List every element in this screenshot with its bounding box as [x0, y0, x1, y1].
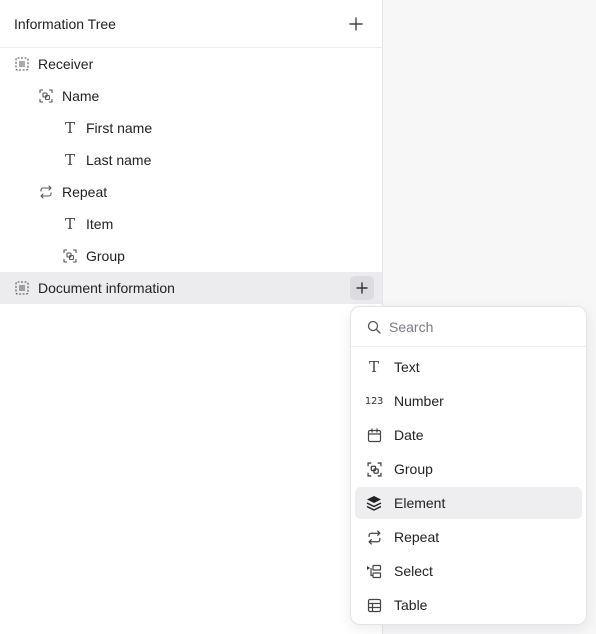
- tree-item-item[interactable]: T Item: [0, 208, 382, 240]
- menu-search: [351, 307, 586, 347]
- menu-item-repeat[interactable]: Repeat: [355, 521, 582, 553]
- text-icon: T: [64, 214, 75, 233]
- add-root-button[interactable]: [344, 12, 368, 36]
- tree-item-label: First name: [86, 120, 153, 136]
- tree-item-name[interactable]: Name: [0, 80, 382, 112]
- tree-item-group[interactable]: Group: [0, 240, 382, 272]
- tree-item-label: Item: [86, 216, 114, 232]
- tree-item-receiver[interactable]: Receiver: [0, 48, 382, 80]
- tree-item-label: Name: [62, 88, 100, 104]
- tree-item-repeat[interactable]: Repeat: [0, 176, 382, 208]
- plus-icon: [349, 16, 363, 31]
- select-icon: [365, 562, 383, 580]
- panel-header: Information Tree: [0, 0, 382, 48]
- search-input[interactable]: [389, 318, 569, 335]
- menu-item-label: Repeat: [394, 529, 440, 545]
- add-child-button[interactable]: [350, 276, 374, 300]
- element-icon: [14, 280, 30, 296]
- plus-icon: [356, 282, 368, 294]
- layers-icon: [365, 494, 383, 512]
- table-icon: [365, 596, 383, 614]
- menu-item-label: Text: [394, 359, 420, 375]
- group-icon: [365, 460, 383, 478]
- tree-item-first-name[interactable]: T First name: [0, 112, 382, 144]
- menu-item-date[interactable]: Date: [355, 419, 582, 451]
- menu-item-label: Number: [394, 393, 444, 409]
- menu-item-select[interactable]: Select: [355, 555, 582, 587]
- menu-item-text[interactable]: T Text: [355, 351, 582, 383]
- tree-item-label: Group: [86, 248, 125, 264]
- menu-item-element[interactable]: Element: [355, 487, 582, 519]
- search-icon: [367, 320, 381, 334]
- panel-title: Information Tree: [14, 15, 116, 32]
- menu-item-label: Element: [394, 495, 446, 511]
- tree-item-last-name[interactable]: T Last name: [0, 144, 382, 176]
- tree-item-label: Document information: [38, 280, 175, 296]
- repeat-icon: [365, 528, 383, 546]
- menu-item-label: Group: [394, 461, 433, 477]
- group-icon: [62, 248, 78, 264]
- element-icon: [14, 56, 30, 72]
- menu-item-label: Date: [394, 427, 424, 443]
- text-icon: T: [64, 118, 75, 137]
- menu-item-table[interactable]: Table: [355, 589, 582, 621]
- menu-item-label: Select: [394, 563, 433, 579]
- add-item-menu: T Text 123 Number Date Group Element Rep…: [350, 306, 587, 625]
- number-icon: 123: [364, 395, 384, 407]
- tree-item-label: Repeat: [62, 184, 108, 200]
- tree-item-label: Last name: [86, 152, 152, 168]
- text-icon: T: [64, 150, 75, 169]
- text-icon: T: [368, 357, 379, 376]
- tree-item-document-information[interactable]: Document information: [0, 272, 382, 304]
- menu-item-group[interactable]: Group: [355, 453, 582, 485]
- menu-item-number[interactable]: 123 Number: [355, 385, 582, 417]
- group-icon: [38, 88, 54, 104]
- tree-item-label: Receiver: [38, 56, 94, 72]
- repeat-icon: [38, 184, 54, 200]
- menu-item-label: Table: [394, 597, 428, 613]
- information-tree-panel: Information Tree Receiver Name T First n…: [0, 0, 383, 634]
- calendar-icon: [365, 426, 383, 444]
